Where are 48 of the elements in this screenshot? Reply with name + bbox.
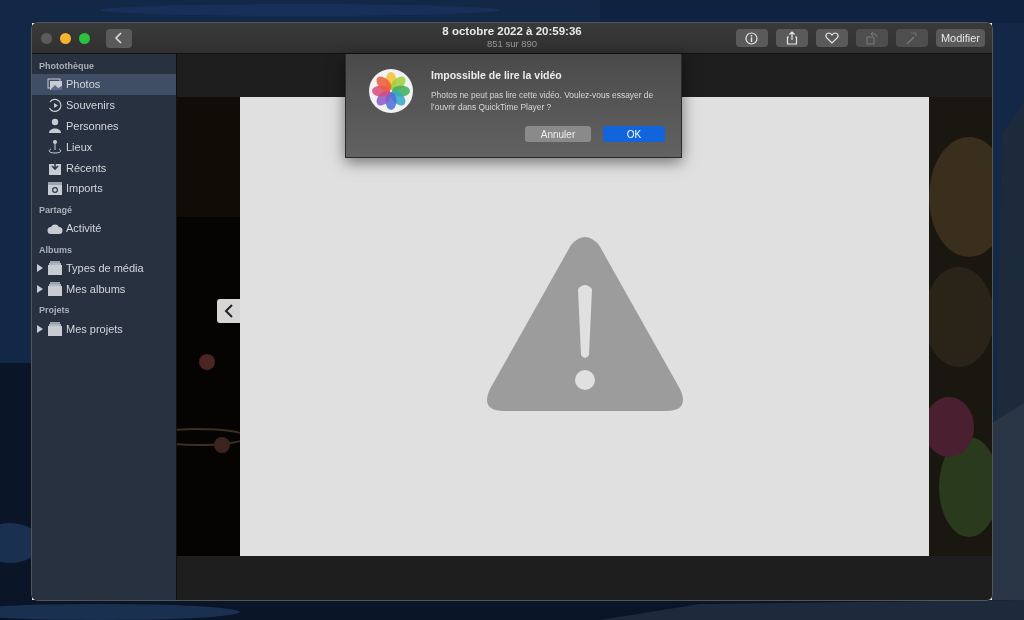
pin-icon bbox=[47, 139, 63, 155]
share-icon bbox=[785, 31, 798, 45]
back-button[interactable] bbox=[106, 28, 132, 48]
disclosure-icon[interactable] bbox=[37, 324, 44, 333]
edit-button[interactable]: Modifier bbox=[935, 29, 985, 47]
section-header: Albums bbox=[38, 243, 73, 257]
warning-icon bbox=[485, 237, 684, 412]
sidebar-item[interactable]: Types de média bbox=[32, 257, 176, 279]
stack-icon bbox=[47, 321, 63, 337]
sidebar-item[interactable]: Mes albums bbox=[32, 278, 176, 300]
sidebar-item[interactable]: Personnes bbox=[32, 115, 176, 137]
sidebar-item[interactable]: Lieux bbox=[32, 136, 176, 158]
info-icon bbox=[745, 31, 759, 45]
window-title: 8 octobre 2022 à 20:59:36 bbox=[442, 25, 582, 37]
sidebar-item[interactable]: Imports bbox=[32, 178, 176, 199]
sidebar-item[interactable]: Mes projets bbox=[32, 318, 176, 339]
memories-icon bbox=[47, 97, 63, 113]
sidebar-item[interactable]: Souvenirs bbox=[32, 94, 176, 116]
photo-counter: 851 sur 890 bbox=[486, 38, 538, 49]
magic-wand-icon bbox=[904, 31, 919, 45]
heart-icon bbox=[824, 32, 839, 44]
chevron-left-icon bbox=[223, 304, 234, 318]
sidebar-item[interactable]: Récents bbox=[32, 157, 176, 178]
rotate-icon bbox=[864, 31, 879, 45]
flower-icon bbox=[368, 68, 414, 114]
stack-icon bbox=[47, 260, 63, 276]
sidebar-item[interactable]: Photos bbox=[32, 74, 176, 95]
zoom-button[interactable] bbox=[79, 32, 90, 44]
dialog-title: Impossible de lire la vidéo bbox=[431, 69, 563, 81]
previous-button[interactable] bbox=[217, 299, 240, 323]
section-header: Photothèque bbox=[38, 60, 95, 73]
minimize-button[interactable] bbox=[60, 32, 71, 44]
back-icon bbox=[114, 32, 124, 44]
info-button[interactable] bbox=[735, 29, 768, 47]
favorite-button[interactable] bbox=[815, 29, 848, 47]
sidebar-item[interactable]: Activité bbox=[32, 217, 176, 239]
camera-icon bbox=[47, 180, 63, 196]
ok-button[interactable]: OK bbox=[603, 126, 665, 142]
photos-icon bbox=[47, 76, 63, 92]
section-header: Projets bbox=[38, 304, 71, 318]
dialog-message: Photos ne peut pas lire cette vidéo. Voulez-vous essayer de l’ouvrir dans QuickTime Player ? bbox=[431, 89, 655, 113]
section-header: Partagé bbox=[38, 203, 74, 217]
stack-icon bbox=[47, 281, 63, 297]
disclosure-icon[interactable] bbox=[37, 284, 44, 293]
person-icon bbox=[47, 118, 63, 134]
disclosure-icon[interactable] bbox=[37, 263, 44, 272]
tray-icon bbox=[47, 160, 63, 176]
share-button[interactable] bbox=[775, 29, 808, 47]
